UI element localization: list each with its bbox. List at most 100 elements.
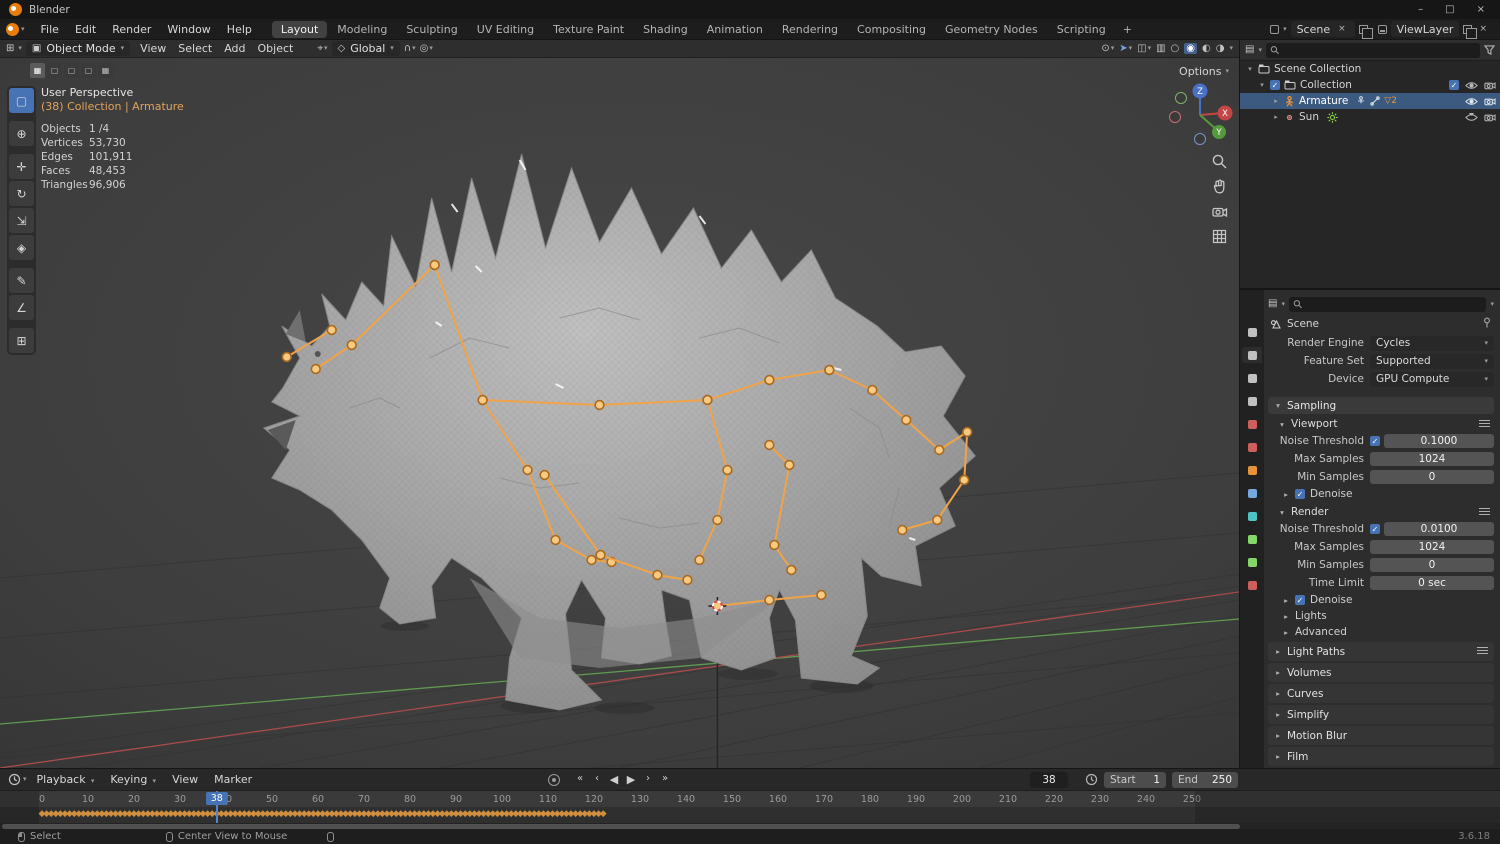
device-dropdown[interactable]: GPU Compute ▾ [1370,371,1494,387]
select-box-tool[interactable]: ▢ [9,88,34,113]
shading-wireframe-button[interactable]: ○ [1171,43,1180,54]
workspace-tab-geometry-nodes[interactable]: Geometry Nodes [936,21,1047,38]
properties-tab-particles[interactable] [1242,508,1262,524]
properties-tab-scene[interactable] [1242,416,1262,432]
view-layer-selector[interactable]: ViewLayer [1390,21,1460,37]
gizmo-neg-z-axis[interactable] [1194,133,1206,145]
menu-help[interactable]: Help [219,21,260,38]
select-mode-intersect[interactable]: ▦ [98,63,113,78]
properties-tab-tool[interactable] [1242,324,1262,340]
viewport-noise-threshold-checkbox[interactable]: ✓ [1370,436,1380,446]
workspace-tab-layout[interactable]: Layout [271,20,328,38]
viewport-min-samples-value[interactable]: 0 [1370,470,1494,484]
section-simplify[interactable]: ▸ Simplify [1268,705,1494,724]
viewport-max-samples-value[interactable]: 1024 [1370,452,1494,466]
end-frame-field[interactable]: End 250 [1172,772,1238,788]
disable-in-renders-camera-icon[interactable] [1484,81,1496,90]
properties-tab-view-layer[interactable] [1242,393,1262,409]
outliner-search[interactable] [1265,42,1480,58]
section-light-paths[interactable]: ▸ Light Paths [1268,642,1494,661]
timeline-menu-marker[interactable]: Marker [206,771,260,788]
collapse-arrow-icon[interactable]: ▾ [1258,81,1266,89]
close-button[interactable]: × [1477,4,1485,15]
outliner-row-collection[interactable]: ▾ ✓ Collection ✓ [1240,77,1500,93]
camera-view-icon[interactable] [1210,202,1228,220]
transform-tool[interactable]: ◈ [9,235,34,260]
timeline-menu-view[interactable]: View [164,771,206,788]
scene-selector[interactable]: Scene × [1290,21,1355,37]
menu-window[interactable]: Window [159,21,218,38]
viewport-menu-object[interactable]: Object [252,41,300,56]
new-view-layer-button[interactable] [1463,24,1478,39]
properties-tab-modifiers[interactable] [1242,485,1262,501]
properties-tab-texture[interactable] [1242,577,1262,593]
timeline-editor-icon[interactable] [8,773,21,786]
properties-tab-world[interactable] [1242,439,1262,455]
outliner-row-scene-collection[interactable]: ▾ Scene Collection [1240,61,1500,77]
collection-include-checkbox[interactable]: ✓ [1449,80,1459,90]
3d-viewport[interactable]: ⊞ ▾ ▣ Object Mode ▾ View Select Add Object … [0,40,1240,768]
render-noise-threshold-value[interactable]: 0.0100 [1384,522,1494,536]
workspace-tab-shading[interactable]: Shading [634,21,697,38]
gizmo-neg-y-axis[interactable] [1175,92,1187,104]
rotate-tool[interactable]: ↻ [9,181,34,206]
zoom-icon[interactable] [1210,152,1228,170]
viewport-denoise-checkbox[interactable]: ✓ [1295,489,1305,499]
selectability-visibility-button[interactable]: ⊙ ▾ [1101,43,1114,54]
move-tool[interactable]: ✛ [9,154,34,179]
annotate-tool[interactable]: ✎ [9,268,34,293]
select-mode-invert[interactable]: ▢ [81,63,96,78]
select-mode-extend[interactable]: ▢ [47,63,62,78]
measure-tool[interactable]: ∠ [9,295,34,320]
select-mode-subtract[interactable]: ▢ [64,63,79,78]
play-reverse-button[interactable]: ◀ [607,772,621,787]
transform-pivot-button[interactable]: ⌖ ▾ [317,43,327,54]
section-motion-blur[interactable]: ▸ Motion Blur [1268,726,1494,745]
toggle-xray-button[interactable]: ▥ [1156,43,1165,54]
outliner-editor-icon[interactable]: ▤ [1245,45,1254,55]
start-frame-field[interactable]: Start 1 [1104,772,1166,788]
shading-solid-button[interactable]: ◉ [1184,43,1198,54]
auto-keying-record-icon[interactable] [548,773,560,786]
properties-tab-render[interactable] [1242,347,1262,363]
disable-in-renders-camera-icon[interactable] [1484,113,1496,122]
presets-icon[interactable] [1479,507,1490,517]
properties-search-input[interactable] [1306,298,1483,310]
properties-tab-object-data[interactable] [1242,554,1262,570]
timeline-menu-keying[interactable]: Keying ▾ [102,771,164,788]
properties-tab-object[interactable] [1242,462,1262,478]
lights-subpanel-header[interactable]: ▸ Lights [1268,608,1494,624]
transform-orientation-selector[interactable]: ◇ Global ▾ [331,41,400,56]
pin-icon[interactable] [1482,317,1492,331]
options-dropdown[interactable]: Options ▾ [1179,65,1229,78]
maximize-button[interactable]: □ [1445,4,1454,15]
outliner-row-armature[interactable]: ▸ Armature ▽2 [1240,93,1500,109]
keyframe-diamond[interactable]: ◆ [600,809,607,819]
filter-funnel-icon[interactable] [1484,45,1495,55]
timeline-menu-playback[interactable]: Playback ▾ [29,771,103,788]
render-noise-threshold-checkbox[interactable]: ✓ [1370,524,1380,534]
workspace-tab-scripting[interactable]: Scripting [1048,21,1115,38]
viewport-menu-select[interactable]: Select [172,41,218,56]
outliner-search-input[interactable] [1283,44,1476,56]
scene-render[interactable] [0,58,1239,768]
jump-to-end-button[interactable]: » [658,772,672,787]
workspace-tab-compositing[interactable]: Compositing [848,21,935,38]
workspace-tab-texture-paint[interactable]: Texture Paint [544,21,633,38]
add-cube-tool[interactable]: ⊞ [9,328,34,353]
shading-dropdown-icon[interactable]: ▾ [1229,45,1233,52]
hide-in-viewport-eye-icon[interactable] [1465,97,1478,106]
render-denoise-checkbox[interactable]: ✓ [1295,595,1305,605]
render-time-limit-value[interactable]: 0 sec [1370,576,1494,590]
chevron-down-icon[interactable]: ▾ [1490,300,1494,308]
add-workspace-button[interactable]: + [1116,21,1139,38]
sampling-panel-header[interactable]: ▾ Sampling [1268,397,1494,414]
properties-tab-output[interactable] [1242,370,1262,386]
advanced-subpanel-header[interactable]: ▸ Advanced [1268,624,1494,640]
properties-editor-icon[interactable]: ▤ [1268,299,1277,309]
scale-tool[interactable]: ⇲ [9,208,34,233]
current-frame-field[interactable]: 38 [1030,772,1068,788]
viewport-noise-threshold-value[interactable]: 0.1000 [1384,434,1494,448]
section-curves[interactable]: ▸ Curves [1268,684,1494,703]
workspace-tab-sculpting[interactable]: Sculpting [397,21,466,38]
